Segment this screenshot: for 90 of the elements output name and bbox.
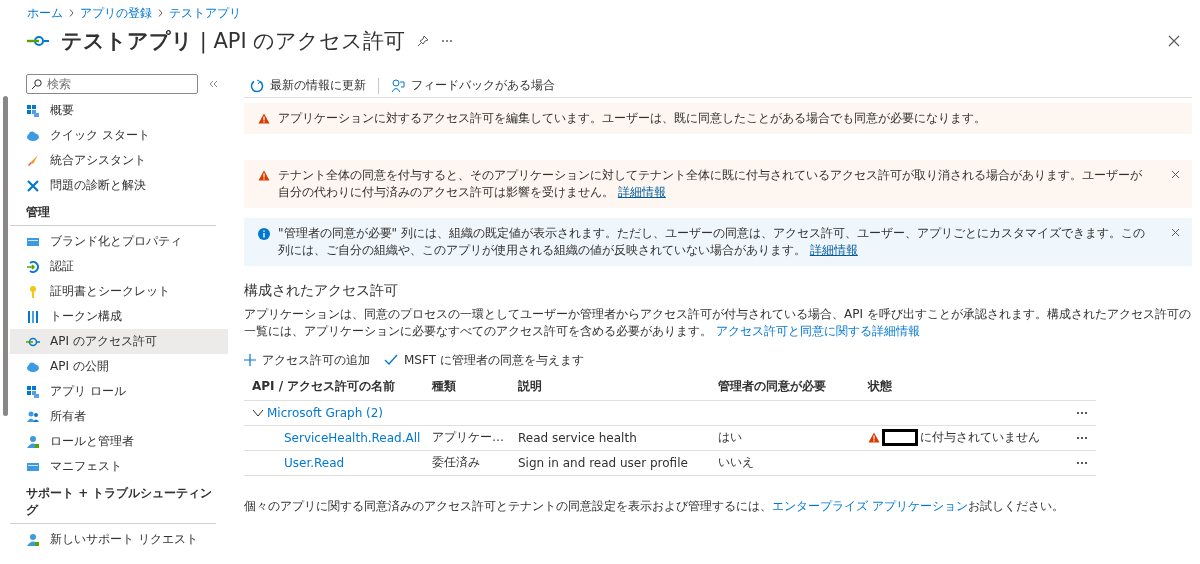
sidebar-item[interactable]: 認証 xyxy=(10,254,228,279)
banner-text: "管理者の同意が必要" 列には、組織の既定値が表示されます。ただし、ユーザーの同意は、アクセス許可、ユーザー、アプリごとにカスタマイズできます。この列には、ご自分の組織や、このアプリが使用される組織の値が反映されていない場合があります。 詳細情報 xyxy=(278,225,1146,259)
pin-icon xyxy=(417,35,430,47)
page-title: テストアプリ | API のアクセス許可 xyxy=(61,28,406,55)
check-icon xyxy=(384,354,398,366)
column-header: 状態 xyxy=(860,374,1066,400)
chevron-right-icon xyxy=(69,9,74,17)
breadcrumb-link[interactable]: テストアプリ xyxy=(169,4,241,22)
chevron-right-icon xyxy=(158,9,163,17)
grid-icon xyxy=(26,384,40,399)
sidebar-item[interactable]: 統合アシスタント xyxy=(10,148,228,173)
more-icon xyxy=(1076,460,1088,465)
chevron-down-icon xyxy=(252,408,264,417)
sidebar-item[interactable]: 新しいサポート リクエスト xyxy=(10,527,228,552)
sidebar-item[interactable]: トークン構成 xyxy=(10,304,228,329)
tools-icon xyxy=(26,178,40,193)
section-heading: サポート + トラブルシューティング xyxy=(10,479,216,524)
footer-note: 個々のアプリに関する同意済みのアクセス許可とテナントの同意設定を表示および管理するには、エンタープライズ アプリケーションお試しください。 xyxy=(244,497,1065,515)
sidebar-item[interactable]: ロールと管理者 xyxy=(10,429,228,454)
column-header: 管理者の同意が必要 xyxy=(710,374,860,400)
person-icon xyxy=(26,532,40,547)
sidebar-item[interactable]: 証明書とシークレット xyxy=(10,279,228,304)
section-heading: 構成されたアクセス許可 xyxy=(244,282,399,300)
pin-button[interactable] xyxy=(417,35,430,47)
column-header: 説明 xyxy=(510,374,710,400)
info-icon xyxy=(258,228,270,240)
breadcrumb-link[interactable]: ホーム xyxy=(27,4,63,22)
table-cell: Sign in and read user profile xyxy=(510,450,710,475)
table-cell: いいえ xyxy=(710,450,860,475)
search-icon xyxy=(31,79,42,90)
sidebar-item[interactable]: 所有者 xyxy=(10,404,228,429)
column-header: API / アクセス許可の名前 xyxy=(244,374,424,400)
row-menu-button[interactable] xyxy=(1076,435,1088,440)
add-permission-button[interactable]: アクセス許可の追加 xyxy=(244,351,370,369)
sign-in-icon xyxy=(26,259,40,274)
more-icon xyxy=(441,39,454,43)
sidebar-item[interactable]: アプリ ロール xyxy=(10,379,228,404)
close-button[interactable] xyxy=(1168,35,1180,47)
warning-icon xyxy=(258,170,270,181)
status-text: に付与されていません xyxy=(920,429,1040,446)
section-heading: 管理 xyxy=(10,198,216,226)
sidebar-item[interactable]: 問題の診断と解決 xyxy=(10,173,228,198)
sidebar-item[interactable]: API の公開 xyxy=(10,354,228,379)
grid-icon xyxy=(26,103,40,118)
row-menu-button[interactable] xyxy=(1076,410,1088,415)
permission-link[interactable]: ServiceHealth.Read.All xyxy=(284,430,421,445)
search-field[interactable]: 検索 xyxy=(26,74,198,94)
collapse-button[interactable] xyxy=(208,80,218,88)
close-icon xyxy=(1171,228,1180,237)
sidebar-item[interactable]: API のアクセス許可 xyxy=(10,329,228,354)
people-icon xyxy=(26,409,40,424)
close-icon xyxy=(1171,170,1180,179)
person-icon xyxy=(26,434,40,449)
app-icon xyxy=(27,34,49,48)
enterprise-apps-link[interactable]: エンタープライズ アプリケーション xyxy=(772,498,968,513)
refresh-icon xyxy=(250,78,264,93)
more-icon xyxy=(1076,435,1088,440)
learn-more-link[interactable]: 詳細情報 xyxy=(617,185,666,199)
dismiss-button[interactable] xyxy=(1171,170,1180,179)
refresh-button[interactable]: 最新の情報に更新 xyxy=(250,77,376,94)
bars-icon xyxy=(26,309,40,324)
section-description: アプリケーションは、同意のプロセスの一環としてユーザーか管理者からアクセス許可が付与されている場合、API を呼び出すことが承認されます。構成されたアクセス許可の一覧には、アプリケーションに必要なすべてのアクセス許可を含める必要があります。 アクセス許可と同意に関する詳細情報 xyxy=(244,306,1192,340)
sidebar-item[interactable]: クイック スタート xyxy=(10,123,228,148)
double-chevron-icon xyxy=(208,80,218,88)
table-cell: Read service health xyxy=(510,425,710,450)
group-toggle[interactable]: Microsoft Graph (2) xyxy=(252,405,384,420)
more-icon xyxy=(1076,410,1088,415)
feedback-button[interactable]: フィードバックがある場合 xyxy=(391,77,565,94)
sidebar-item[interactable]: 概要 xyxy=(10,98,228,123)
banner-text: アプリケーションに対するアクセス許可を編集しています。ユーザーは、既に同意したことがある場合でも同意が必要になります。 xyxy=(278,110,987,127)
grant-consent-button[interactable]: MSFT に管理者の同意を与えます xyxy=(384,351,584,369)
learn-more-link[interactable]: 詳細情報 xyxy=(809,243,858,257)
close-icon xyxy=(1168,35,1180,47)
table-cell: 委任済み xyxy=(424,450,510,475)
more-button[interactable] xyxy=(441,39,454,43)
warning-icon xyxy=(258,113,270,124)
learn-more-link[interactable]: アクセス許可と同意に関する詳細情報 xyxy=(715,324,920,338)
permission-link[interactable]: User.Read xyxy=(284,455,345,470)
person-icon xyxy=(391,78,405,93)
table-cell: アプリケー… xyxy=(424,425,510,450)
breadcrumb-link[interactable]: アプリの登録 xyxy=(80,4,152,22)
row-menu-button[interactable] xyxy=(1076,460,1088,465)
plus-icon xyxy=(244,354,256,366)
table-cell: はい xyxy=(710,425,860,450)
banner-text: テナント全体の同意を付与すると、そのアプリケーションに対してテナント全体に既に付与されているアクセス許可が取り消される場合があります。ユーザーが自分の代わりに付与済みのアクセス許可は影響を受けません。 詳細情報 xyxy=(278,167,1143,201)
column-header: 種類 xyxy=(424,374,510,400)
scrollbar-thumb[interactable] xyxy=(3,96,8,416)
sidebar-item[interactable]: マニフェスト xyxy=(10,454,228,479)
sidebar-item[interactable]: ブランド化とプロパティ xyxy=(10,229,228,254)
dismiss-button[interactable] xyxy=(1171,228,1180,237)
